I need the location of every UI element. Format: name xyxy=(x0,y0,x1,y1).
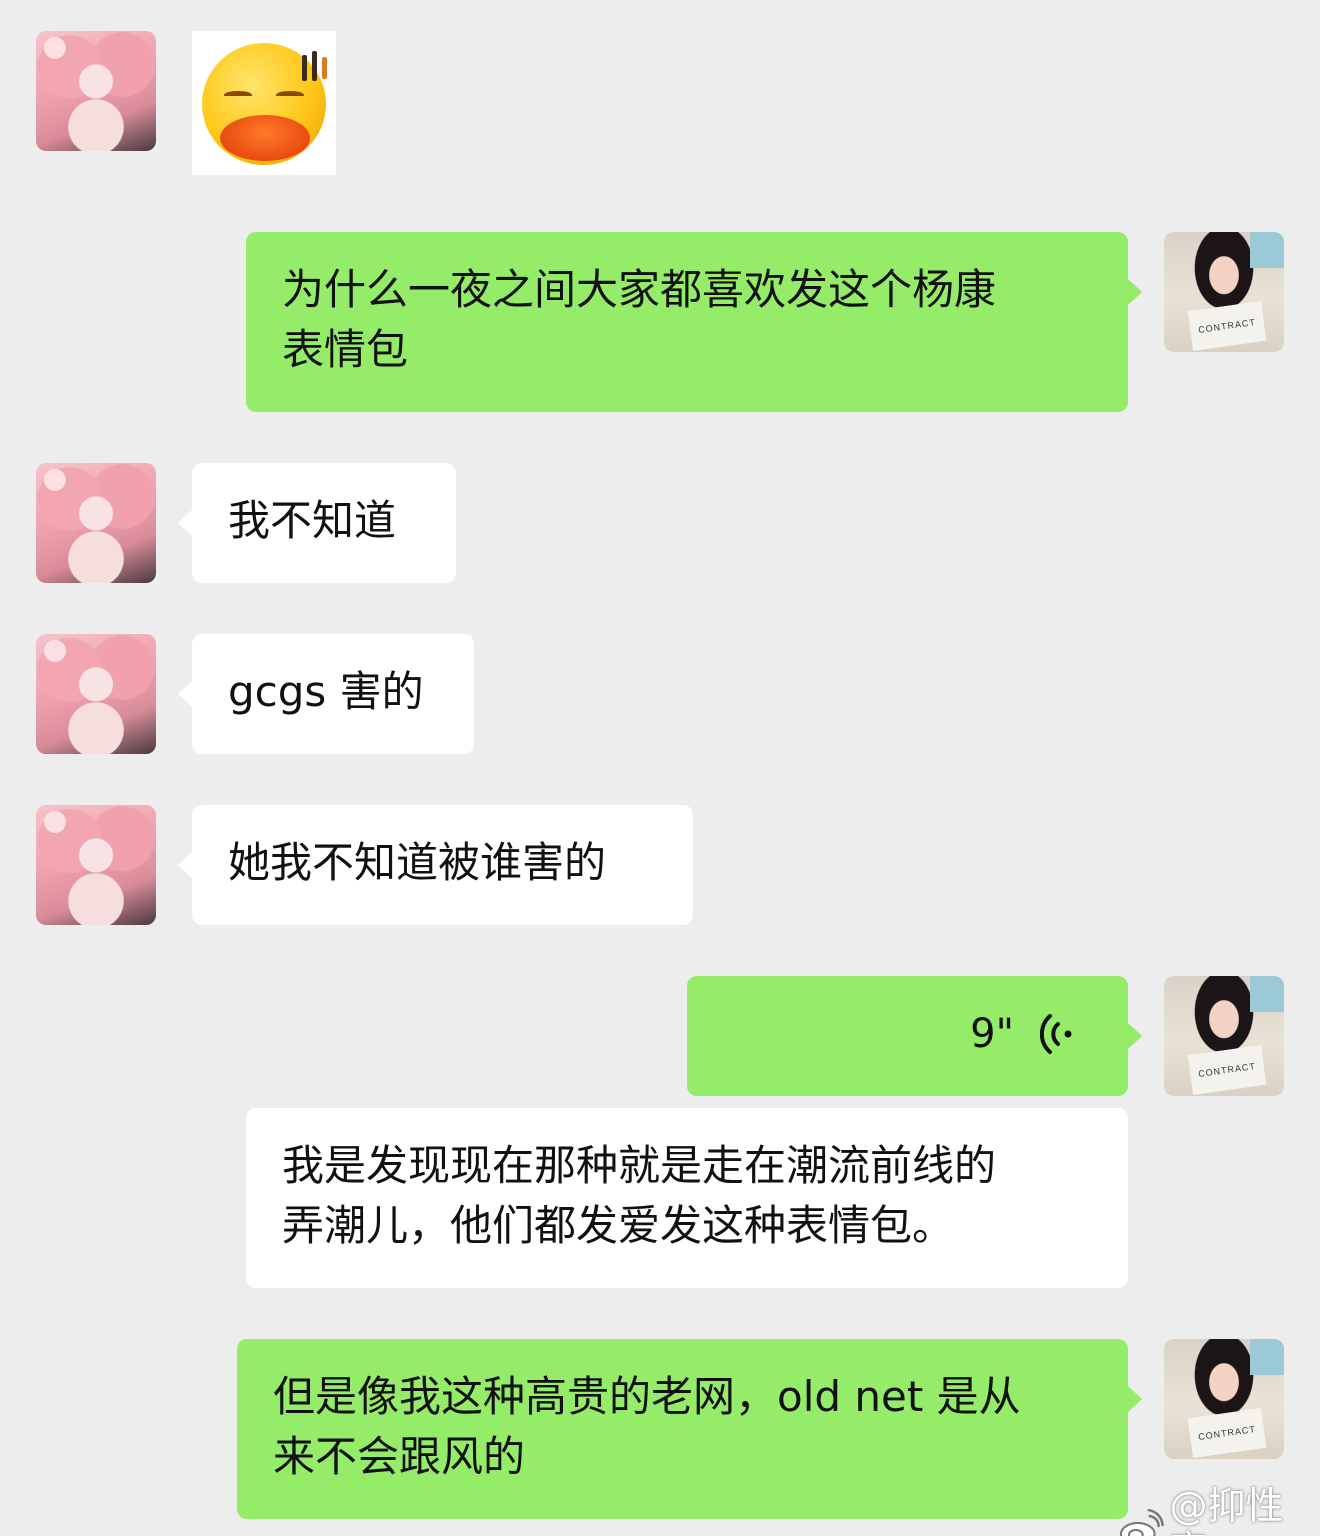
self-avatar[interactable]: CONTRACT LAW xyxy=(1164,1339,1284,1459)
sweat-mark xyxy=(302,55,307,81)
watermark-text: @抑性恋 xyxy=(1169,1484,1284,1536)
message-line: 来不会跟风的 xyxy=(273,1432,526,1481)
contact-avatar[interactable] xyxy=(36,31,156,151)
message-line: 我不知道 xyxy=(228,496,397,545)
avatar-card-text: CONTRACT LAW xyxy=(1187,1045,1267,1095)
message-bubble-other[interactable]: 她我不知道被谁害的 xyxy=(178,805,693,925)
avatar-card-text: CONTRACT LAW xyxy=(1187,301,1267,351)
message-line: 但是像我这种高贵的老网，old net 是从 xyxy=(273,1372,1021,1421)
message-line: 为什么一夜之间大家都喜欢发这个杨康 xyxy=(282,265,997,314)
self-avatar[interactable]: CONTRACT LAW xyxy=(1164,232,1284,352)
message-line: 弄潮儿，他们都发爱发这种表情包。 xyxy=(282,1201,955,1250)
message-line: 表情包 xyxy=(282,325,409,374)
avatar-background-window xyxy=(1250,976,1284,1012)
duck-eye-left xyxy=(224,91,252,99)
message-bubble-self[interactable]: 但是像我这种高贵的老网，old net 是从 来不会跟风的 xyxy=(237,1339,1142,1519)
message-line: gcgs 害的 xyxy=(228,667,424,716)
duck-eye-right xyxy=(276,91,304,99)
message-line: 她我不知道被谁害的 xyxy=(228,838,607,887)
voice-wave-icon xyxy=(1040,1014,1072,1054)
voice-duration: 9" xyxy=(970,1011,1014,1057)
contact-avatar[interactable] xyxy=(36,805,156,925)
avatar-background-window xyxy=(1250,1339,1284,1375)
contact-avatar[interactable] xyxy=(36,463,156,583)
message-bubble-self[interactable]: 为什么一夜之间大家都喜欢发这个杨康 表情包 xyxy=(246,232,1142,412)
watermark: @抑性恋 xyxy=(1118,1484,1320,1536)
message-bubble-other[interactable]: 我不知道 xyxy=(178,463,456,583)
message-line: 我是发现现在那种就是走在潮流前线的 xyxy=(282,1141,997,1190)
message-bubble-other[interactable]: gcgs 害的 xyxy=(178,634,474,754)
sweat-mark xyxy=(322,57,327,79)
voice-message-bubble[interactable]: 9" xyxy=(687,976,1142,1096)
duck-face-icon xyxy=(202,43,326,165)
sweat-mark xyxy=(312,51,317,81)
contact-avatar[interactable] xyxy=(36,634,156,754)
weibo-logo-icon xyxy=(1119,1508,1164,1536)
duck-bill xyxy=(220,115,310,161)
voice-message-content: 9" xyxy=(970,1004,1074,1064)
avatar-background-window xyxy=(1250,232,1284,268)
voice-transcript-bubble[interactable]: 我是发现现在那种就是走在潮流前线的 弄潮儿，他们都发爱发这种表情包。 xyxy=(246,1108,1128,1288)
duck-sticker-message[interactable] xyxy=(192,31,336,175)
self-avatar[interactable]: CONTRACT LAW xyxy=(1164,976,1284,1096)
avatar-card-text: CONTRACT LAW xyxy=(1187,1408,1267,1458)
